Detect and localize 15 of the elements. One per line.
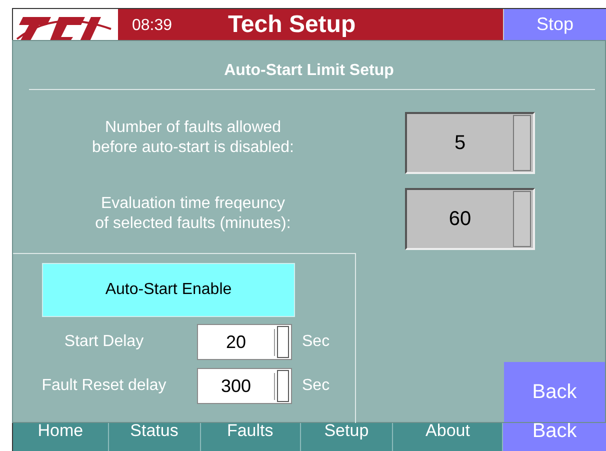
delay-label: Start Delay xyxy=(63,332,145,352)
clock-time: 08:39 xyxy=(132,16,172,36)
auto-start-enable-button[interactable]: Auto-Start Enable xyxy=(42,263,295,317)
unit-label: Sec xyxy=(302,332,330,352)
value-field[interactable]: 5 xyxy=(405,112,535,174)
delay-label: Fault Reset delay xyxy=(40,376,168,396)
back-button[interactable]: Back xyxy=(504,362,605,422)
value-field[interactable]: 60 xyxy=(405,188,535,250)
setting-label: Number of faults allowed before auto-start is disabled: xyxy=(91,118,295,158)
screen-title: Tech Setup xyxy=(228,10,356,40)
delay-input[interactable]: 300 xyxy=(197,368,292,404)
dialog-title: Auto-Start Limit Setup xyxy=(223,61,395,81)
unit-label: Sec xyxy=(302,376,330,396)
delay-input[interactable]: 20 xyxy=(197,324,292,360)
setting-label: Evaluation time freqeuncy of selected faults (minutes): xyxy=(94,194,292,234)
